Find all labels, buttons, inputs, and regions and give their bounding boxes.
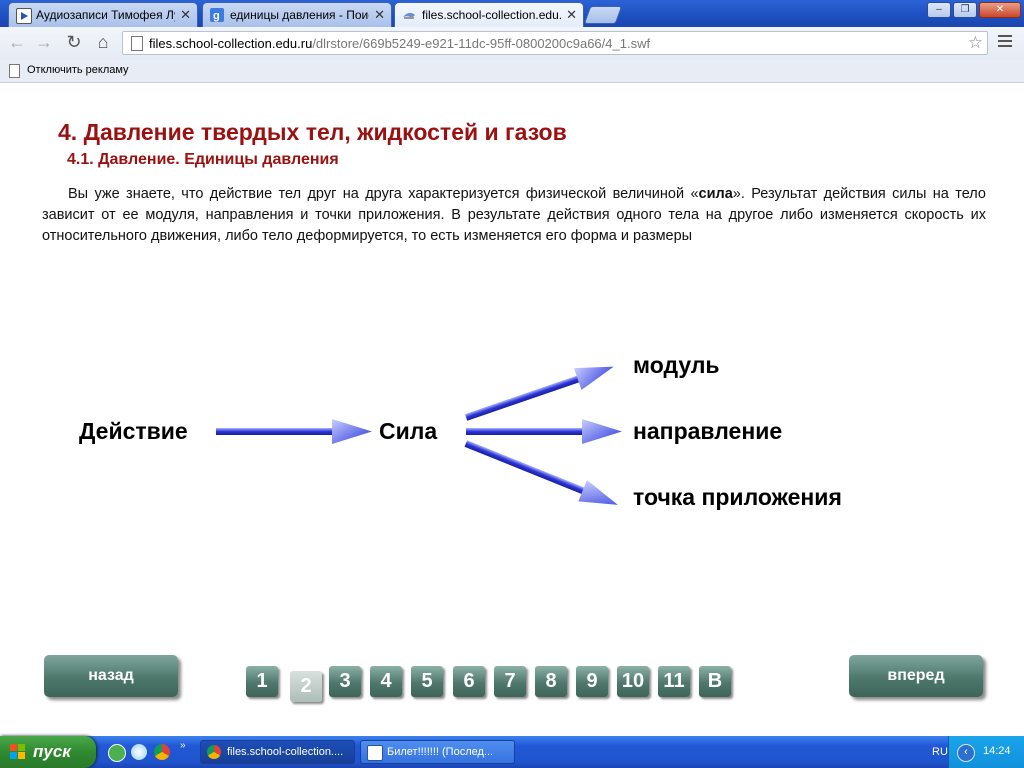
back-button[interactable]: назад [44,655,178,697]
maximize-button[interactable]: ❐ [953,2,977,18]
page-button-5[interactable]: 5 [411,666,443,697]
utorrent-icon[interactable] [108,744,126,762]
page-button-2-current[interactable]: 2 [290,671,322,702]
close-tab-icon[interactable]: ✕ [566,7,577,23]
page-content: 4. Давление твердых тел, жидкостей и газ… [0,83,1024,736]
clock: 14:24 [983,745,1011,757]
close-tab-icon[interactable]: ✕ [374,7,385,23]
svg-text:g: g [213,10,220,22]
chrome-icon [207,745,221,759]
diagram-source-label: Действие [79,418,188,444]
tab-audio[interactable]: Аудиозаписи Тимофея Лунев ✕ [8,2,198,27]
page-button-7[interactable]: 7 [494,666,526,697]
page-button-10[interactable]: 10 [617,666,649,697]
chrome-icon[interactable] [154,744,170,760]
url-path: /dlrstore/669b5249-e921-11dc-95ff-080020… [312,36,651,51]
diagram-target-direction: направление [633,418,783,444]
tab-active[interactable]: files.school-collection.edu.ru ✕ [394,2,584,28]
arrow-to-direction [466,419,622,444]
task-word[interactable]: Билет!!!!!!! (Послед... [360,740,515,764]
bookmarks-bar: Отключить рекламу [0,60,1024,83]
snowflake-icon[interactable] [131,744,147,760]
quicklaunch-more-icon[interactable]: » [180,740,186,751]
tab-title: files.school-collection.edu.ru [422,8,561,22]
tab-title: единицы давления - Поиск в [230,8,369,22]
address-bar[interactable]: files.school-collection.edu.ru/dlrstore/… [122,31,988,55]
url-host: files.school-collection.edu.ru [149,36,313,51]
google-icon: g [210,8,224,22]
page-icon [402,8,416,22]
maximize-icon: ❐ [960,4,970,15]
page-button-3[interactable]: 3 [329,666,361,697]
diagram-arrows [216,366,622,505]
start-button[interactable]: пуск [0,736,96,768]
start-label: пуск [33,742,71,761]
task-title: files.school-collection.... [227,746,344,758]
language-indicator[interactable]: RU [932,746,948,758]
page-icon [9,64,20,78]
bookmark-disable-ads[interactable]: Отключить рекламу [27,64,129,76]
minimize-button[interactable]: – [927,2,951,18]
arrow-to-application-point [464,440,618,505]
windows-flag-icon [10,744,25,759]
new-tab-button[interactable] [583,6,623,24]
page-button-4[interactable]: 4 [370,666,402,697]
page-icon [131,36,143,51]
diagram-target-modulus: модуль [633,352,720,378]
page-button-8[interactable]: 8 [535,666,567,697]
task-title: Билет!!!!!!! (Послед... [387,746,494,758]
bookmark-star-icon[interactable]: ☆ [968,33,983,53]
close-window-button[interactable]: ✕ [979,2,1021,18]
page-button-9[interactable]: 9 [576,666,608,697]
back-icon[interactable]: ← [6,31,28,53]
page-button-6[interactable]: 6 [453,666,485,697]
chevron-left-icon[interactable]: ‹ [957,744,975,762]
system-tray: ‹ 14:24 [948,736,1024,768]
forward-button[interactable]: вперед [849,655,983,697]
taskbar: пуск » files.school-collection.... Билет… [0,736,1024,768]
task-chrome[interactable]: files.school-collection.... [200,740,355,764]
address-url: files.school-collection.edu.ru/dlrstore/… [149,36,650,51]
menu-icon[interactable] [998,35,1012,50]
page-button-1[interactable]: 1 [246,666,278,697]
home-icon[interactable]: ⌂ [92,31,114,53]
reload-icon[interactable]: ↻ [63,31,85,53]
arrow-to-modulus [465,366,614,421]
page-button-11[interactable]: 11 [658,666,690,697]
diagram-force-label: Сила [379,418,438,444]
tab-title: Аудиозаписи Тимофея Лунев [36,8,175,22]
browser-toolbar: ← → ↻ ⌂ files.school-collection.edu.ru/d… [0,27,1024,60]
word-icon [367,745,383,761]
close-tab-icon[interactable]: ✕ [180,7,191,23]
page-button-v[interactable]: В [699,666,731,697]
window-titlebar: Аудиозаписи Тимофея Лунев ✕ g единицы да… [0,0,1024,28]
forward-icon[interactable]: → [33,31,55,53]
play-icon [16,8,32,24]
minimize-icon: – [936,4,942,15]
close-icon: ✕ [995,4,1005,15]
tab-search[interactable]: g единицы давления - Поиск в ✕ [202,2,392,27]
diagram-target-application-point: точка приложения [633,484,842,510]
arrow-action-to-force [216,419,372,444]
